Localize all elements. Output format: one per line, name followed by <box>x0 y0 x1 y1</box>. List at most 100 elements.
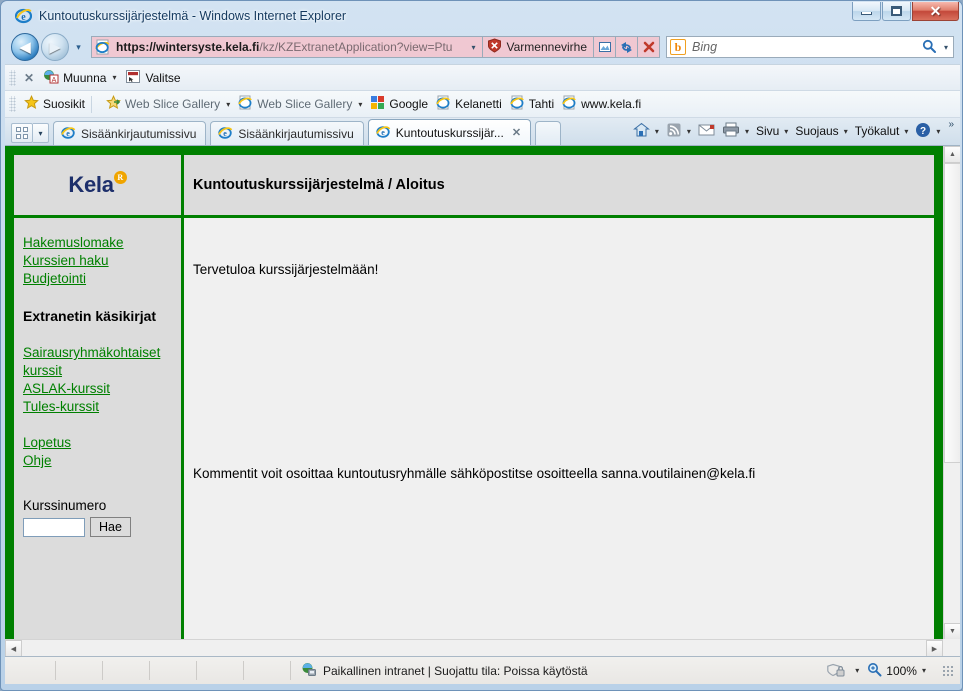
sidebar-item-ohje[interactable]: Ohje <box>23 452 181 470</box>
browser-window: e Kuntoutuskurssijärjestelmä - Windows I… <box>0 0 963 691</box>
favorites-item-web-slice-gallery-1[interactable]: Web Slice Gallery ▾ <box>106 94 230 113</box>
zoom-control[interactable]: 100% <box>867 662 917 680</box>
recent-pages-dropdown[interactable]: ▾ <box>71 42 86 53</box>
address-bar[interactable]: https://wintersyste.kela.fi/kz/KZExtrane… <box>91 36 483 58</box>
scroll-down-arrow-icon[interactable]: ▼ <box>944 623 960 640</box>
chevron-down-icon[interactable]: ▾ <box>655 127 659 136</box>
address-url: https://wintersyste.kela.fi/kz/KZExtrane… <box>116 40 466 54</box>
favorites-item-google[interactable]: Google <box>370 95 428 113</box>
sidebar-item-aslak-kurssit[interactable]: ASLAK-kurssit <box>23 380 181 398</box>
star-icon <box>24 94 39 113</box>
security-zone[interactable]: Paikallinen intranet | Suojattu tila: Po… <box>301 662 588 680</box>
menu-label: Sivu <box>755 124 780 138</box>
course-number-input[interactable] <box>23 517 85 537</box>
read-mail-button[interactable] <box>698 123 715 139</box>
google-icon <box>370 95 385 113</box>
favorites-grip[interactable] <box>9 96 16 112</box>
horizontal-scrollbar[interactable]: ◀ ▶ <box>5 639 943 656</box>
pdf-convert-button[interactable]: A Muunna ▾ <box>43 69 116 87</box>
chevron-down-icon[interactable]: ▾ <box>112 73 116 82</box>
web-slice-icon <box>106 94 121 113</box>
svg-text:e: e <box>381 128 385 137</box>
minimize-button[interactable] <box>852 2 881 21</box>
print-button[interactable]: ▾ <box>722 122 749 140</box>
ie-icon: e <box>218 125 233 143</box>
new-tab-button[interactable] <box>535 121 562 145</box>
tab-bar: ▾ e Sisäänkirjautumissivu e Sisäänkirjau… <box>5 117 960 145</box>
sidebar-item-lopetus[interactable]: Lopetus <box>23 434 181 452</box>
forward-button[interactable]: ▶ <box>41 33 69 61</box>
tab-close-icon[interactable]: ✕ <box>512 126 521 139</box>
close-button[interactable]: ✕ <box>912 2 959 21</box>
favorites-item-web-slice-gallery-2[interactable]: Web Slice Gallery ▾ <box>238 95 362 113</box>
registered-mark-icon: R <box>113 171 127 184</box>
tab-list-dropdown[interactable]: ▾ <box>33 123 49 143</box>
stop-button[interactable] <box>638 36 660 58</box>
sidebar-item-hakemuslomake[interactable]: Hakemuslomake <box>23 234 181 252</box>
chevron-down-icon[interactable]: ▾ <box>904 127 908 136</box>
address-dropdown-icon[interactable]: ▾ <box>466 43 482 52</box>
vertical-scrollbar[interactable]: ▲ ▼ <box>943 146 960 640</box>
search-icon[interactable] <box>919 39 939 56</box>
certificate-error-badge[interactable]: Varmennevirhe <box>482 36 594 58</box>
sidebar-item-kurssien-haku[interactable]: Kurssien haku <box>23 252 181 270</box>
command-bar-overflow[interactable]: » <box>948 119 954 130</box>
toolbar-grip[interactable] <box>9 69 16 86</box>
scroll-left-arrow-icon[interactable]: ◀ <box>5 640 22 656</box>
scroll-right-arrow-icon[interactable]: ▶ <box>926 640 943 656</box>
svg-text:e: e <box>224 129 228 138</box>
search-box[interactable]: b Bing ▾ <box>666 36 954 58</box>
home-button[interactable]: ▾ <box>632 122 659 141</box>
tab-kuntoutuskurssijarjestelma[interactable]: e Kuntoutuskurssijär... ✕ <box>367 119 532 145</box>
maximize-button[interactable] <box>882 2 911 21</box>
chevron-down-icon[interactable]: ▾ <box>226 100 230 109</box>
sidebar-item-budjetointi[interactable]: Budjetointi <box>23 270 181 288</box>
course-search-button[interactable]: Hae <box>90 517 131 537</box>
print-icon <box>722 122 740 140</box>
search-input[interactable]: Bing <box>692 40 919 54</box>
compatibility-view-button[interactable] <box>594 36 616 58</box>
back-button[interactable]: ◀ <box>11 33 39 61</box>
resize-grip[interactable] <box>942 664 954 677</box>
tab-sisaankirjautumissivu-2[interactable]: e Sisäänkirjautumissivu <box>210 121 364 145</box>
ie-icon: e <box>375 124 391 142</box>
chevron-down-icon[interactable]: ▾ <box>784 127 788 136</box>
menu-sivu[interactable]: Sivu ▾ <box>756 124 788 138</box>
sidebar-item-sairausryhmakohtaiset-kurssit[interactable]: Sairausryhmäkohtaiset kurssit <box>23 344 181 380</box>
feeds-button[interactable]: ▾ <box>666 122 691 141</box>
tab-label: Sisäänkirjautumissivu <box>81 126 197 141</box>
chevron-down-icon[interactable]: ▾ <box>745 127 749 136</box>
toolbar-close-icon[interactable]: ✕ <box>24 71 34 85</box>
refresh-button[interactable] <box>616 36 638 58</box>
chevron-down-icon[interactable]: ▾ <box>358 100 362 109</box>
page-title: Kuntoutuskurssijärjestelmä / Aloitus <box>193 177 445 193</box>
favorites-item-tahti[interactable]: Tahti <box>510 95 554 113</box>
svg-text:e: e <box>21 12 26 23</box>
pdf-select-icon <box>125 69 141 87</box>
course-number-form: Hae <box>23 517 181 537</box>
tab-sisaankirjautumissivu-1[interactable]: e Sisäänkirjautumissivu <box>53 121 207 145</box>
tab-label: Kuntoutuskurssijär... <box>395 125 504 140</box>
quick-tabs-button[interactable] <box>11 123 33 143</box>
pdf-select-button[interactable]: Valitse <box>125 69 181 87</box>
vertical-scroll-thumb[interactable] <box>944 163 960 463</box>
protected-mode-dropdown-icon[interactable]: ▾ <box>855 666 859 675</box>
favorites-item-kelanetti[interactable]: Kelanetti <box>436 95 502 113</box>
scroll-up-arrow-icon[interactable]: ▲ <box>944 146 960 163</box>
page-layout: Kela R Hakemuslomake Kurssien haku Budje… <box>14 155 934 648</box>
pdf-convert-label: Muunna <box>63 70 107 85</box>
menu-tyokalut[interactable]: Työkalut ▾ <box>855 124 909 138</box>
zoom-dropdown-icon[interactable]: ▾ <box>922 666 926 675</box>
sidebar-heading-manuals: Extranetin käsikirjat <box>23 308 157 324</box>
sidebar-item-tules-kurssit[interactable]: Tules-kurssit <box>23 398 181 416</box>
protected-mode-indicator[interactable] <box>827 663 846 679</box>
chevron-down-icon[interactable]: ▾ <box>687 127 691 136</box>
help-button[interactable]: ? ▾ <box>915 122 940 141</box>
chevron-down-icon[interactable]: ▾ <box>844 127 848 136</box>
chevron-down-icon[interactable]: ▾ <box>936 127 940 136</box>
ie-icon <box>436 95 451 113</box>
search-provider-dropdown-icon[interactable]: ▾ <box>939 43 953 52</box>
favorites-item-kela-fi[interactable]: www.kela.fi <box>562 95 641 113</box>
favorites-button[interactable]: Suosikit <box>24 94 85 113</box>
menu-suojaus[interactable]: Suojaus ▾ <box>795 124 847 138</box>
